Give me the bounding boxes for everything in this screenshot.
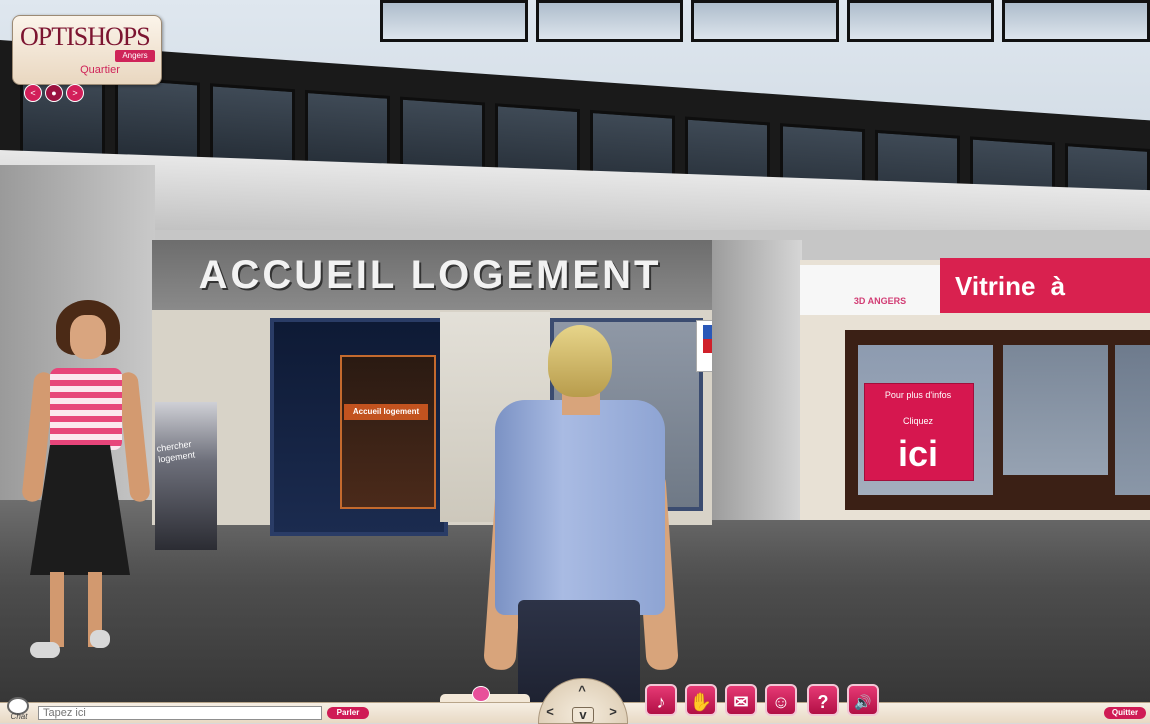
- speak-button[interactable]: Parler: [327, 707, 369, 719]
- vitrine-title: Vitrine à: [955, 271, 1066, 301]
- prev-district-button[interactable]: <: [24, 84, 42, 102]
- promo-click-text: Cliquez: [902, 416, 933, 426]
- district-label: Quartier: [80, 64, 120, 76]
- promo-info-text: Pour plus d'infos: [884, 390, 952, 400]
- district-nav: < ● >: [24, 84, 88, 102]
- npc-leg: [50, 572, 64, 647]
- promo-here-link[interactable]: ici: [864, 432, 972, 476]
- player-hair: [548, 325, 612, 397]
- shop-poster[interactable]: [340, 355, 436, 509]
- brand-logo: OPTISHOPS: [20, 22, 151, 51]
- gestures-icon[interactable]: ✋: [685, 684, 717, 716]
- next-district-button[interactable]: >: [66, 84, 84, 102]
- profile-icon[interactable]: ☺: [765, 684, 797, 716]
- npc-avatar[interactable]: [50, 368, 122, 450]
- city-badge: Angers: [115, 50, 155, 62]
- upper-windows: [380, 0, 1150, 42]
- player-avatar[interactable]: [495, 400, 665, 615]
- shop-sign[interactable]: ACCUEIL LOGEMENT: [160, 245, 700, 305]
- poster-title: Accueil logement: [344, 404, 428, 420]
- chat-label: Chat: [10, 712, 28, 721]
- vitrine-logo-text: 3D ANGERS: [853, 296, 907, 306]
- pillar: [712, 240, 802, 520]
- quit-button[interactable]: Quitter: [1104, 707, 1146, 719]
- npc-shoe: [30, 642, 60, 658]
- move-forward-button[interactable]: ^: [574, 684, 590, 698]
- vitrine-window-3: [1115, 345, 1150, 495]
- chat-input[interactable]: [38, 706, 322, 720]
- 3d-scene[interactable]: ACCUEIL LOGEMENT Accueil logement cherch…: [0, 0, 1150, 722]
- mood-icon[interactable]: [472, 686, 490, 702]
- turn-right-button[interactable]: >: [606, 705, 620, 719]
- music-icon[interactable]: ♪: [645, 684, 677, 716]
- chat-bubbles-icon[interactable]: ✉: [725, 684, 757, 716]
- sound-icon[interactable]: 🔊: [847, 684, 879, 716]
- side-banner-text: chercher logement: [156, 438, 196, 465]
- vitrine-window-2: [1003, 345, 1108, 475]
- move-back-button[interactable]: v: [572, 707, 594, 723]
- help-icon[interactable]: ?: [807, 684, 839, 716]
- npc-face: [70, 315, 106, 359]
- npc-shoe: [90, 630, 110, 648]
- home-district-button[interactable]: ●: [45, 84, 63, 102]
- turn-left-button[interactable]: <: [543, 705, 557, 719]
